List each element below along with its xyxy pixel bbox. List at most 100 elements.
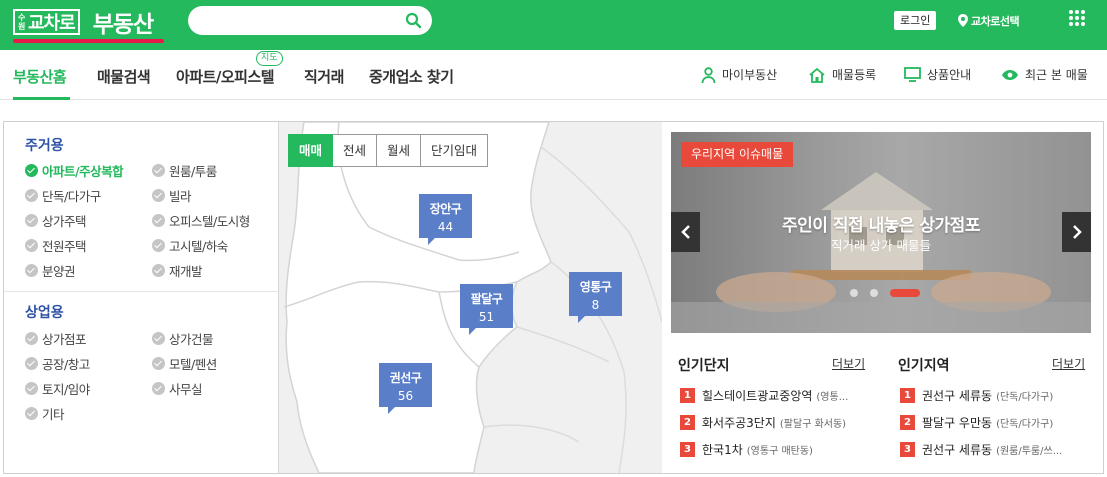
nav-item-agency[interactable]: 중개업소 찾기: [369, 66, 454, 87]
map-marker-paldal[interactable]: 팔달구 51: [460, 284, 513, 335]
checkmark-icon: [152, 239, 165, 252]
monitor-icon: [904, 67, 921, 82]
filter-label: 원룸/투룸: [169, 164, 217, 179]
nav-item-apartment[interactable]: 아파트/오피스텔: [176, 66, 275, 87]
banner-next-button[interactable]: [1062, 212, 1091, 252]
site-logo[interactable]: 수원 교차로 부동산: [13, 7, 154, 38]
region-label: 교차로선택: [971, 14, 1020, 28]
rank-badge: 3: [900, 442, 915, 457]
search-input[interactable]: [202, 11, 402, 30]
right-panel: 우리지역 이슈매물 주인이 직접 내놓은 상가점포 직거래 상가 매물들 인기단…: [662, 122, 1103, 473]
my-realestate-label: 마이부동산: [722, 68, 778, 82]
active-nav-indicator: [13, 97, 70, 100]
login-button[interactable]: 로그인: [894, 11, 937, 30]
checkmark-icon: [25, 189, 38, 202]
checkmark-icon: [25, 164, 38, 177]
filter-label: 상가주택: [42, 214, 87, 229]
filter-villa[interactable]: 빌라: [152, 186, 192, 205]
popular-region-more-link[interactable]: 더보기: [1052, 355, 1085, 372]
item-name: 화서주공3단지: [702, 416, 776, 430]
popular-region-item[interactable]: 2 팔달구 우만동 (단독/다가구): [900, 414, 1090, 431]
register-listing-link[interactable]: 매물등록: [808, 66, 876, 83]
item-name: 권선구 세류동: [922, 389, 993, 403]
filter-label: 오피스텔/도시형: [169, 214, 250, 229]
filter-label: 공장/창고: [42, 357, 90, 372]
popular-region-item[interactable]: 3 권선구 세류동 (원룸/투룸/쓰...: [900, 441, 1090, 458]
filter-detached[interactable]: 단독/다가구: [25, 186, 101, 205]
tab-monthly-rent[interactable]: 월세: [377, 134, 422, 167]
nav-item-direct-deal[interactable]: 직거래: [304, 66, 344, 87]
filter-label: 아파트/주상복합: [42, 164, 124, 179]
item-sub: (원룸/투룸/쓰...: [996, 446, 1063, 457]
marker-district-name: 장안구: [429, 202, 462, 216]
item-name: 팔달구 우만동: [922, 416, 993, 430]
pagination-dot[interactable]: [870, 289, 878, 297]
checkmark-icon: [25, 264, 38, 277]
tab-sale[interactable]: 매매: [288, 134, 334, 167]
map-marker-gwonseon[interactable]: 권선구 56: [379, 363, 432, 414]
filter-label: 전원주택: [42, 239, 87, 254]
filter-other[interactable]: 기타: [25, 404, 65, 423]
filter-redevelopment[interactable]: 재개발: [152, 261, 203, 280]
logo-badge: 수원 교차로: [13, 9, 80, 35]
main-content: 주거용 아파트/주상복합 원룸/투룸 단독/다가구 빌라 상가주택 오피스텔/도…: [3, 121, 1104, 474]
rank-badge: 1: [680, 388, 695, 403]
filter-factory[interactable]: 공장/창고: [25, 354, 90, 373]
map-marker-yeongtong[interactable]: 영통구 8: [569, 272, 622, 323]
section-divider: [4, 291, 278, 292]
filter-gositel[interactable]: 고시텔/하숙: [152, 236, 228, 255]
pagination-dot[interactable]: [850, 289, 858, 297]
checkmark-icon: [152, 264, 165, 277]
filter-land[interactable]: 토지/임야: [25, 379, 90, 398]
search-box: [188, 6, 432, 35]
recent-listings-link[interactable]: 최근 본 매물: [1001, 66, 1088, 83]
item-sub: (영통구 매탄동): [746, 446, 813, 457]
nav-item-home[interactable]: 부동산홈: [13, 66, 67, 87]
rank-badge: 2: [900, 415, 915, 430]
filter-office[interactable]: 사무실: [152, 379, 203, 398]
popular-complex-item[interactable]: 1 힐스테이트광교중앙역 (영통...: [680, 387, 870, 404]
filter-motel[interactable]: 모텔/펜션: [152, 354, 217, 373]
search-icon[interactable]: [405, 12, 422, 29]
apps-grid-icon[interactable]: [1069, 10, 1085, 26]
pagination-dot-active[interactable]: [890, 289, 920, 297]
filter-officetel[interactable]: 오피스텔/도시형: [152, 211, 250, 230]
my-realestate-link[interactable]: 마이부동산: [701, 66, 777, 83]
logo-name: 부동산: [92, 12, 154, 38]
map-marker-jangan[interactable]: 장안구 44: [419, 194, 472, 245]
person-icon: [701, 66, 716, 83]
checkmark-icon: [152, 189, 165, 202]
district-map[interactable]: 매매 전세 월세 단기임대 장안구 44 팔달구 51 영통구 8 권선구 56: [279, 122, 662, 473]
filter-apartment[interactable]: 아파트/주상복합: [25, 161, 124, 180]
deal-type-tabs: 매매 전세 월세 단기임대: [288, 134, 489, 167]
marker-count: 44: [437, 220, 454, 234]
filter-oneroom[interactable]: 원룸/투룸: [152, 161, 217, 180]
filter-country-house[interactable]: 전원주택: [25, 236, 87, 255]
filter-label: 사무실: [169, 382, 203, 397]
tab-jeonse[interactable]: 전세: [333, 134, 378, 167]
filter-presale[interactable]: 분양권: [25, 261, 76, 280]
popular-complex-more-link[interactable]: 더보기: [832, 355, 865, 372]
marker-count: 8: [591, 298, 600, 312]
filter-label: 분양권: [42, 264, 76, 279]
banner-title: 주인이 직접 내놓은 상가점포: [782, 216, 980, 236]
popular-complex-item[interactable]: 3 한국1차 (영통구 매탄동): [680, 441, 870, 458]
nav-item-search[interactable]: 매물검색: [97, 66, 151, 87]
promo-banner[interactable]: 우리지역 이슈매물 주인이 직접 내놓은 상가점포 직거래 상가 매물들: [671, 132, 1091, 333]
commercial-section-title: 상업용: [25, 305, 64, 321]
popular-region-item[interactable]: 1 권선구 세류동 (단독/다가구): [900, 387, 1090, 404]
filter-commercial-building[interactable]: 상가건물: [152, 329, 214, 348]
filter-shop-house[interactable]: 상가주택: [25, 211, 87, 230]
filter-label: 상가점포: [42, 332, 87, 347]
checkmark-icon: [152, 164, 165, 177]
top-bar: 수원 교차로 부동산 로그인 교차로선택: [0, 0, 1107, 50]
recent-listings-label: 최근 본 매물: [1025, 68, 1088, 82]
filter-store[interactable]: 상가점포: [25, 329, 87, 348]
product-info-link[interactable]: 상품안내: [904, 66, 971, 83]
tab-short-term[interactable]: 단기임대: [421, 134, 489, 167]
popular-complex-item[interactable]: 2 화서주공3단지 (팔달구 화서동): [680, 414, 870, 431]
rank-badge: 2: [680, 415, 695, 430]
checkmark-icon: [152, 332, 165, 345]
region-select-button[interactable]: 교차로선택: [958, 12, 1020, 29]
banner-prev-button[interactable]: [671, 212, 700, 252]
